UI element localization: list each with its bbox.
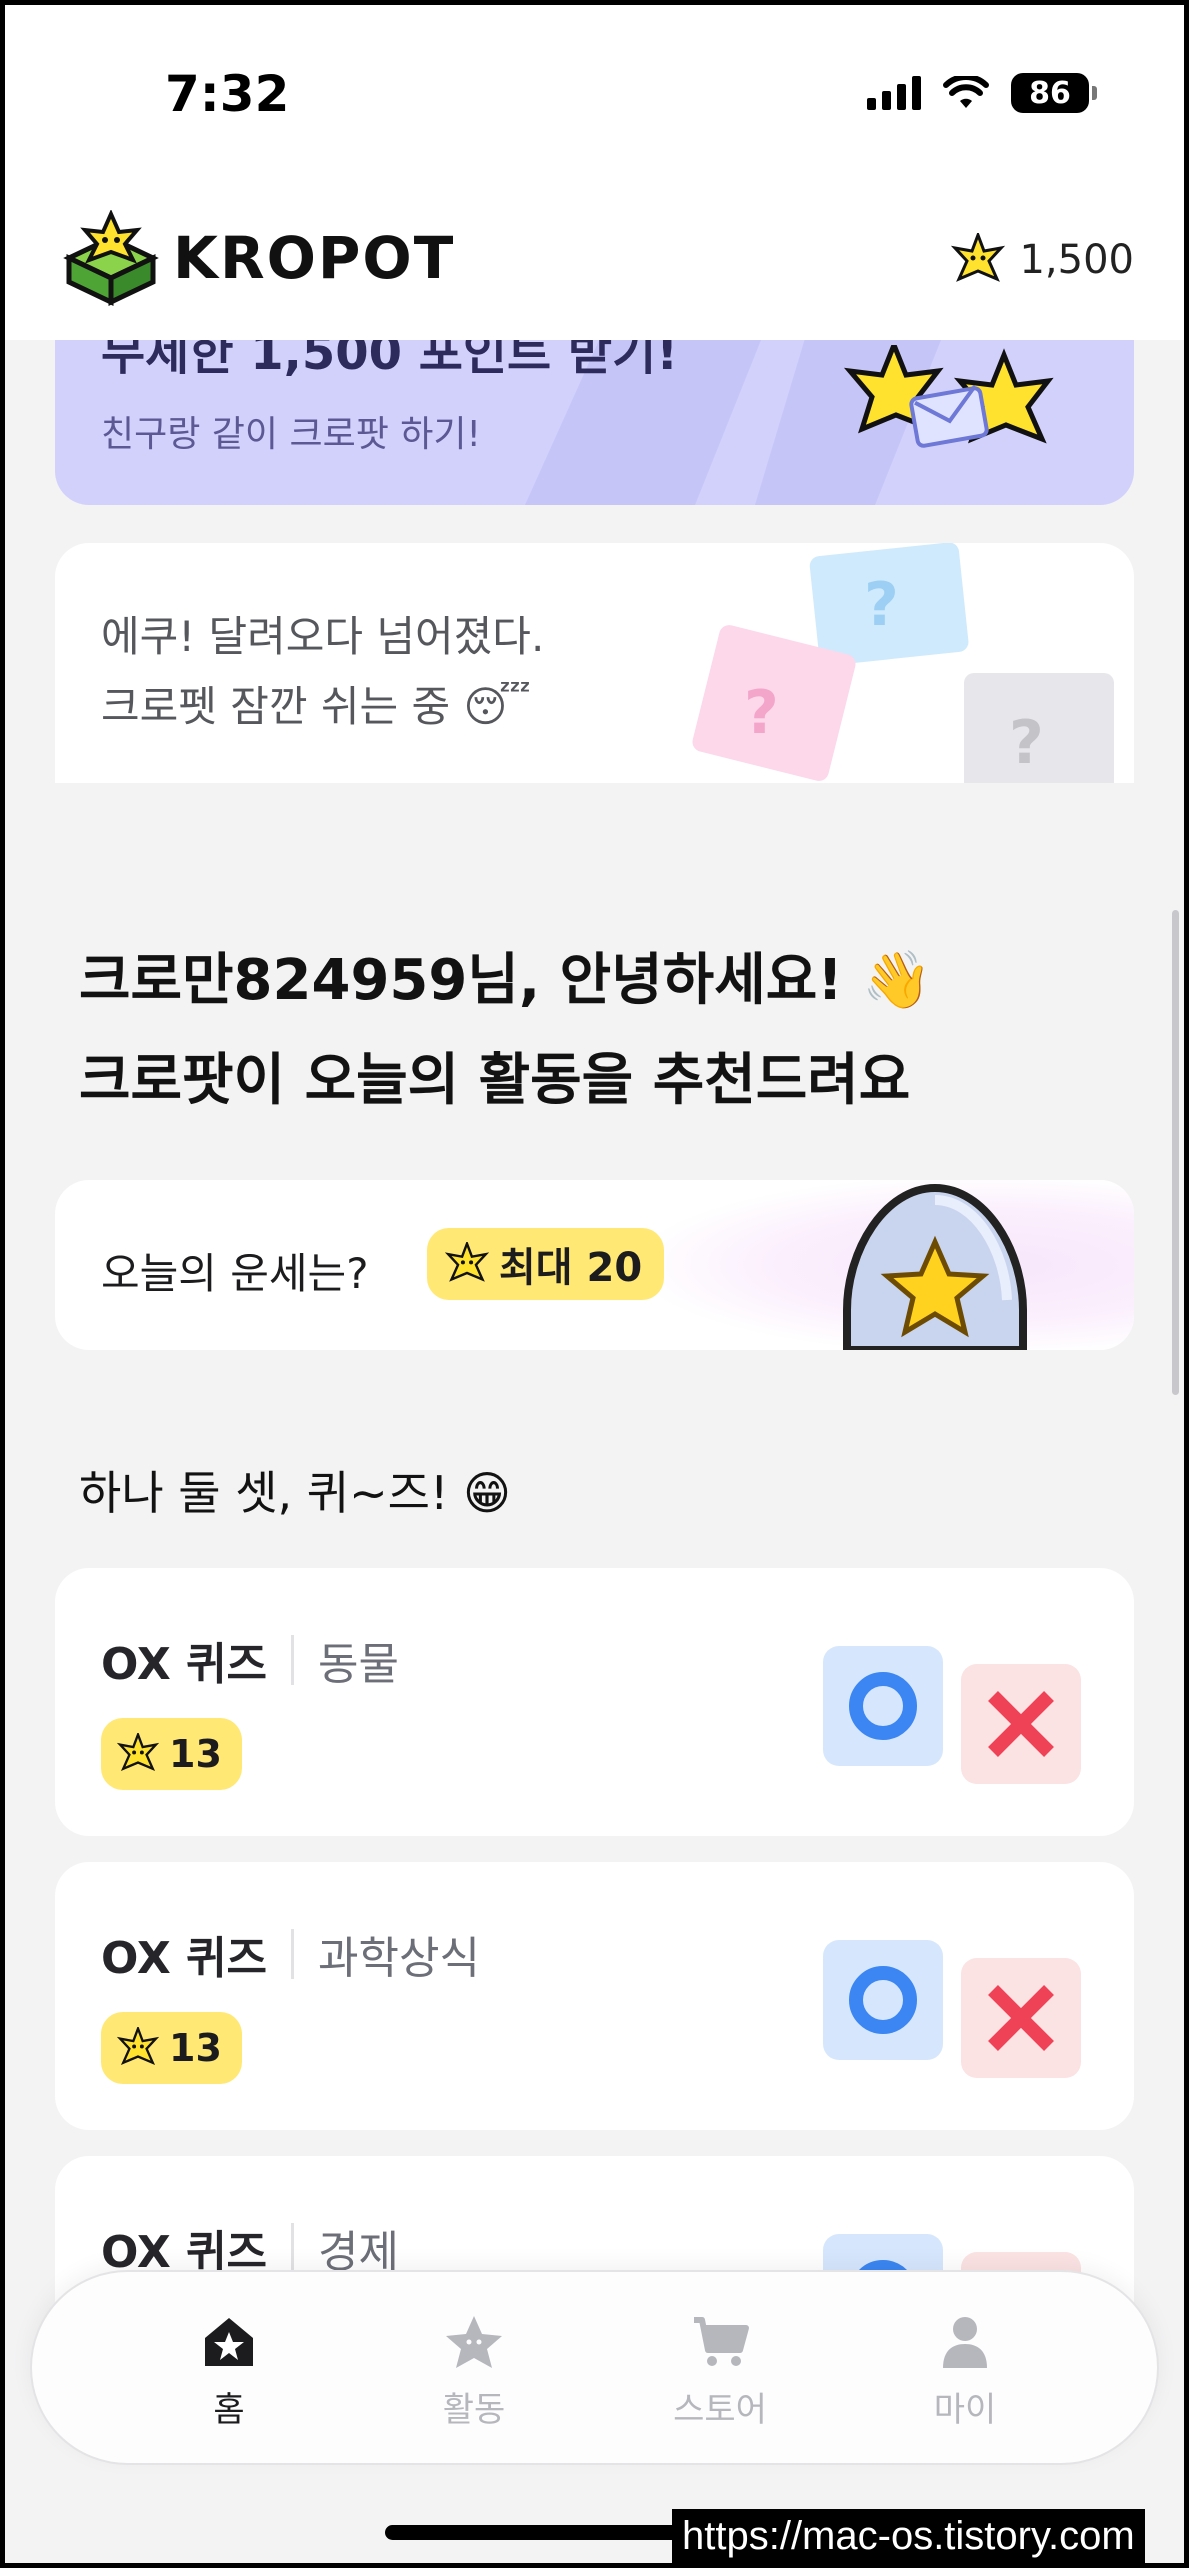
brand-name: KROPOT [173, 224, 456, 292]
star-point-icon [117, 2027, 159, 2065]
tab-store[interactable]: 스토어 [640, 2314, 800, 2431]
greeting-line1: 크로만824959님, 안녕하세요! 👋 [79, 948, 933, 1013]
answer-o-button[interactable] [823, 1646, 943, 1766]
quiz-type: OX 퀴즈 [101, 1933, 268, 1984]
quiz-reward-badge: 13 [101, 1718, 242, 1790]
quiz-reward-value: 13 [169, 2026, 222, 2070]
app-screen: 7:32 86 KROPOT 1,500 무제한 1,500 포인트 받기! 친… [5, 5, 1184, 2563]
answer-x-button[interactable] [961, 1958, 1081, 2078]
tab-label: 스토어 [673, 2390, 767, 2430]
quiz-reward-badge: 13 [101, 2012, 242, 2084]
star-egg-icon [843, 1183, 1027, 1350]
mystery-puzzle-icons: ? ? ? [692, 543, 1114, 783]
scrollbar[interactable] [1172, 910, 1179, 1395]
person-icon [943, 2317, 987, 2368]
quiz-section-title: 하나 둘 셋, 퀴~즈! 😁 [79, 1466, 511, 1520]
fortune-reward-text: 최대 20 [499, 1245, 643, 1291]
stars-with-letter-icon [843, 345, 1054, 448]
top-bar: 7:32 86 KROPOT 1,500 [5, 5, 1184, 340]
star-icon [446, 2316, 502, 2368]
star-point-icon [117, 1733, 159, 1771]
tab-label: 홈 [213, 2390, 245, 2430]
answer-x-button[interactable] [961, 1664, 1081, 1784]
greeting-line2: 크로팟이 오늘의 활동을 추천드려요 [79, 1048, 911, 1113]
star-point-icon [951, 233, 1006, 282]
fortune-label: 오늘의 운세는? [101, 1249, 369, 1298]
quiz-card[interactable]: OX 퀴즈 동물 13 [55, 1568, 1134, 1836]
tab-label: 마이 [933, 2390, 997, 2430]
divider [291, 2223, 295, 2273]
star-point-icon [445, 1242, 489, 1282]
tab-home[interactable]: 홈 [149, 2314, 309, 2431]
points-value: 1,500 [1019, 237, 1134, 283]
quiz-heading: OX 퀴즈 과학상식 [101, 1922, 480, 1986]
battery-indicator: 86 [1011, 73, 1097, 113]
fortune-reward-badge: 최대 20 [427, 1228, 665, 1300]
divider [291, 1929, 295, 1979]
wifi-icon [943, 76, 989, 108]
quiz-heading: OX 퀴즈 동물 [101, 1628, 399, 1692]
quiz-card[interactable]: OX 퀴즈 과학상식 13 [55, 1862, 1134, 2130]
bottom-tab-bar: 홈 활동 스토어 마이 [30, 2270, 1159, 2465]
status-icons: 86 [867, 73, 1097, 113]
cart-icon [694, 2317, 749, 2366]
tab-label: 활동 [442, 2390, 506, 2430]
pet-status-line2: 크로펫 잠깐 쉬는 중 😴 [101, 682, 531, 731]
tab-activity[interactable]: 활동 [394, 2314, 554, 2431]
tab-my[interactable]: 마이 [885, 2314, 1045, 2431]
kropot-logo-icon [63, 210, 159, 306]
pet-status-line1: 에쿠! 달려오다 넘어졌다. [101, 612, 545, 661]
divider [291, 1635, 295, 1685]
quiz-category: 과학상식 [318, 1933, 480, 1984]
home-icon [205, 2318, 253, 2366]
banner-subtitle: 친구랑 같이 크로팟 하기! [101, 414, 481, 455]
x-icon [988, 1691, 1054, 1757]
pet-status-card[interactable]: 에쿠! 달려오다 넘어졌다. 크로펫 잠깐 쉬는 중 😴 ? ? ? [55, 543, 1134, 783]
quiz-reward-value: 13 [169, 1732, 222, 1776]
answer-o-button[interactable] [823, 1940, 943, 2060]
quiz-type: OX 퀴즈 [101, 1639, 268, 1690]
svg-text:?: ? [744, 678, 779, 748]
o-icon [849, 1966, 917, 2034]
points-balance[interactable]: 1,500 [951, 233, 1134, 287]
cellular-signal-icon [867, 76, 921, 110]
o-icon [849, 1672, 917, 1740]
status-time: 7:32 [165, 65, 290, 123]
kropot-logo[interactable]: KROPOT [63, 210, 455, 306]
svg-text:?: ? [1009, 708, 1044, 778]
watermark-url: https://mac-os.tistory.com [672, 2509, 1145, 2563]
fortune-card[interactable]: 오늘의 운세는? 최대 20 [55, 1180, 1134, 1350]
x-icon [988, 1985, 1054, 2051]
svg-text:?: ? [864, 570, 899, 640]
quiz-category: 동물 [318, 1639, 400, 1690]
